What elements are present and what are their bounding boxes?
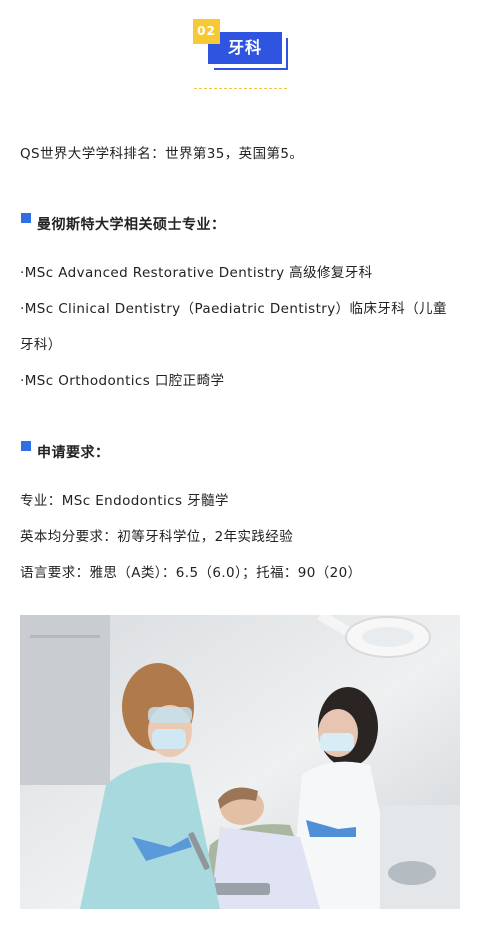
dental-clinic-photo [20,615,460,909]
program-item: ·MSc Advanced Restorative Dentistry 高级修复… [20,265,373,281]
program-item-continued: 牙科） [20,337,62,353]
requirements-heading: 申请要求： [37,445,110,461]
square-bullet-icon [21,213,31,223]
requirement-major: 专业：MSc Endodontics 牙髓学 [20,493,229,509]
section-header: 02 牙科 [0,0,480,100]
section-title: 牙科 [227,38,262,57]
ranking-text: QS世界大学学科排名：世界第35，英国第5。 [20,146,304,162]
requirement-gpa: 英本均分要求：初等牙科学位，2年实践经验 [20,529,294,545]
requirement-language: 语言要求：雅思（A类）：6.5（6.0）；托福：90（20） [20,565,362,581]
square-bullet-icon [21,441,31,451]
program-item: ·MSc Clinical Dentistry（Paediatric Denti… [20,301,447,317]
dashed-divider [194,88,287,89]
program-item: ·MSc Orthodontics 口腔正畸学 [20,373,225,389]
programs-heading: 曼彻斯特大学相关硕士专业： [37,217,226,233]
